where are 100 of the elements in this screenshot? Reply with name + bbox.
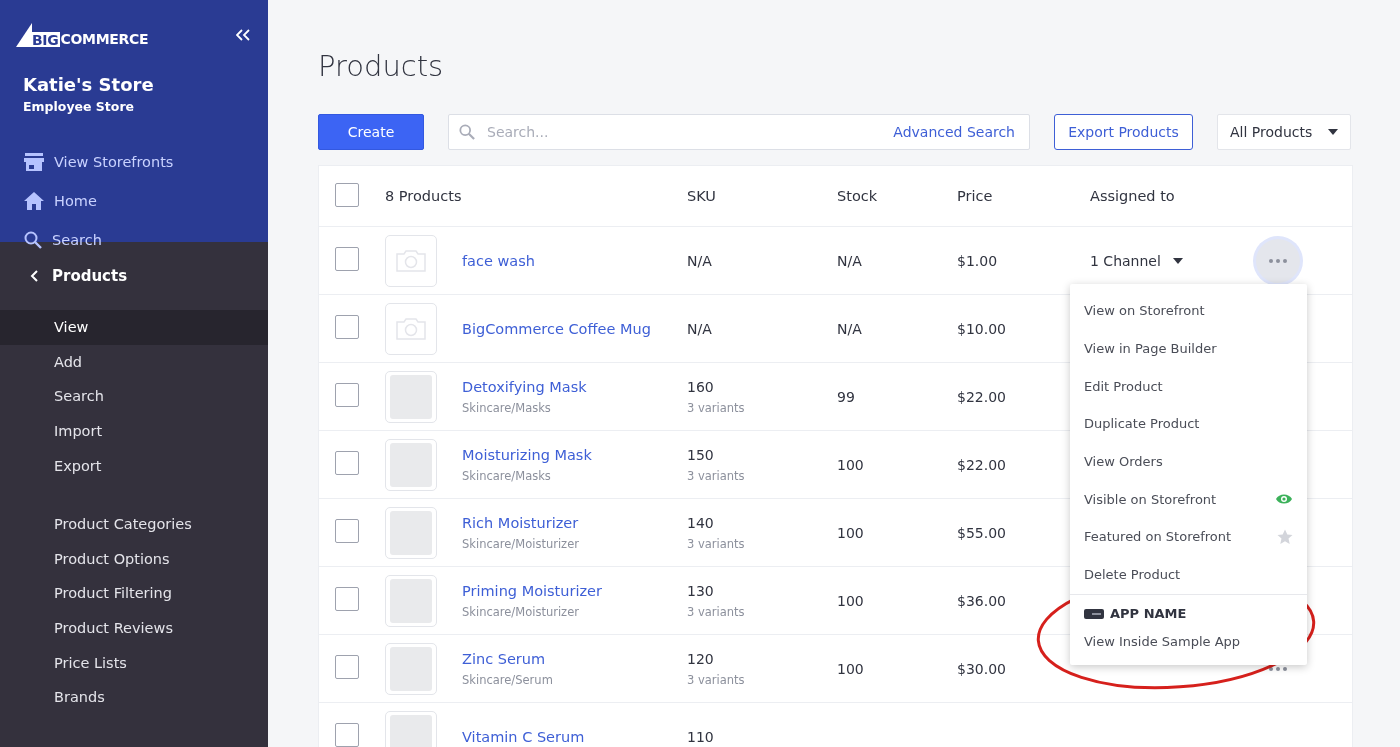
table-cell: 100 xyxy=(837,660,864,677)
menu-item[interactable]: View on Storefront xyxy=(1084,303,1205,319)
checkbox[interactable] xyxy=(335,655,359,679)
chevron-icon[interactable] xyxy=(30,270,38,282)
table-cell: 100 xyxy=(837,592,864,609)
checkbox[interactable] xyxy=(335,182,359,207)
checkbox[interactable] xyxy=(335,383,359,407)
nav-link[interactable]: Search xyxy=(52,231,102,248)
brand-logo: BIG COMMERCE xyxy=(16,23,149,47)
create-button[interactable]: Create xyxy=(318,114,424,150)
table-cell-text: 130 xyxy=(687,582,715,599)
column-header: 8 Products xyxy=(385,188,463,204)
product-link[interactable]: face wash xyxy=(462,252,687,269)
channel-dropdown[interactable]: 1 Channel xyxy=(1090,252,1161,269)
variants-text: 3 variants xyxy=(687,604,746,619)
caret-icon xyxy=(1328,129,1338,135)
nav-link[interactable]: Home xyxy=(54,192,97,209)
table-cell-text: 150 xyxy=(687,446,715,463)
sidebar-item[interactable]: Price Lists xyxy=(0,645,268,680)
category-text: Skincare/Masks xyxy=(462,468,552,483)
checkbox[interactable] xyxy=(335,519,359,543)
product-link[interactable]: Vitamin C Serum xyxy=(462,728,687,745)
category-text: Skincare/Serum xyxy=(462,672,554,687)
column-header: Price xyxy=(957,188,994,204)
search-icon xyxy=(459,124,475,140)
store-name: Katie's Store xyxy=(23,74,155,95)
menu-item[interactable]: Duplicate Product xyxy=(1084,416,1200,432)
menu-item[interactable]: Featured on Storefront xyxy=(1084,529,1232,545)
search-icon xyxy=(24,230,42,249)
nav-link[interactable]: View Storefronts xyxy=(54,153,174,170)
table-cell: $22.00 xyxy=(957,456,1006,473)
sidebar-item[interactable]: Import xyxy=(0,413,268,449)
product-link[interactable]: Detoxifying Mask xyxy=(462,378,687,395)
table-cell: $36.00 xyxy=(957,592,1006,609)
category-text: Skincare/Moisturizer xyxy=(462,604,580,619)
app-icon xyxy=(1084,608,1104,619)
table-cell: $30.00 xyxy=(957,660,1006,677)
table-cell: N/A xyxy=(837,320,862,337)
variants-text: 3 variants xyxy=(687,400,746,415)
sidebar-item[interactable]: Product Options xyxy=(0,541,268,577)
export-products-button[interactable]: Export Products xyxy=(1054,114,1193,150)
category-text: Skincare/Masks xyxy=(462,400,552,415)
filter-dropdown[interactable]: All Products xyxy=(1217,114,1351,150)
product-link[interactable]: BigCommerce Coffee Mug xyxy=(462,320,687,337)
variants-text: 3 variants xyxy=(687,672,746,687)
table-cell: $1.00 xyxy=(957,252,998,269)
column-header: Assigned to xyxy=(1090,188,1176,204)
menu-item[interactable]: View Inside Sample App xyxy=(1084,634,1241,649)
checkbox[interactable] xyxy=(335,315,359,339)
table-cell-text: 140 xyxy=(687,514,715,531)
sidebar-item[interactable]: Product Filtering xyxy=(0,576,268,611)
eye-icon[interactable] xyxy=(1275,493,1293,506)
home-icon xyxy=(24,191,44,210)
menu-item[interactable]: Edit Product xyxy=(1084,378,1163,394)
sidebar-item[interactable]: View xyxy=(0,310,268,345)
checkbox[interactable] xyxy=(335,451,359,475)
menu-item[interactable]: View in Page Builder xyxy=(1084,341,1217,357)
checkbox[interactable] xyxy=(335,587,359,611)
image-placeholder xyxy=(385,302,437,355)
table-cell: 100 xyxy=(837,524,864,541)
menu-item[interactable]: Delete Product xyxy=(1084,567,1181,583)
ellipsis-icon xyxy=(1269,666,1287,671)
menu-item[interactable]: View Orders xyxy=(1084,454,1163,470)
page-title: Products xyxy=(318,48,445,85)
table-cell: 99 xyxy=(837,388,855,405)
app-section-title: APP NAME xyxy=(1110,606,1187,621)
product-link[interactable]: Rich Moisturizer xyxy=(462,514,687,531)
image-placeholder xyxy=(385,234,437,287)
sidebar-item[interactable]: Export xyxy=(0,448,268,483)
table-cell-text: 110 xyxy=(687,728,715,745)
collapse-icon[interactable] xyxy=(236,29,250,41)
checkbox[interactable] xyxy=(335,723,359,747)
variants-text: 3 variants xyxy=(687,468,746,483)
variants-text: 3 variants xyxy=(687,536,746,551)
sidebar-item[interactable]: Add xyxy=(0,344,268,380)
product-link[interactable]: Priming Moisturizer xyxy=(462,582,687,599)
star-icon[interactable] xyxy=(1277,528,1293,545)
menu-item[interactable]: Visible on Storefront xyxy=(1084,491,1217,507)
store-subtitle: Employee Store xyxy=(23,99,136,114)
sidebar-item[interactable]: Product Reviews xyxy=(0,610,268,646)
table-cell-text: N/A xyxy=(687,320,713,337)
table-cell: $55.00 xyxy=(957,524,1006,541)
sidebar-item[interactable]: Search xyxy=(0,379,268,414)
table-cell: $10.00 xyxy=(957,320,1006,337)
search-field[interactable]: Search... Advanced Search xyxy=(448,114,1030,150)
sidebar-item[interactable]: Brands xyxy=(0,679,268,715)
ellipsis-icon xyxy=(1269,258,1287,263)
sidebar-item[interactable]: Product Categories xyxy=(0,506,268,542)
category-text: Skincare/Moisturizer xyxy=(462,536,580,551)
table-cell: $22.00 xyxy=(957,388,1006,405)
column-header: Stock xyxy=(837,188,879,204)
storefront-icon xyxy=(24,152,44,171)
advanced-search-link[interactable]: Advanced Search xyxy=(893,124,1015,140)
table-cell: 100 xyxy=(837,456,864,473)
section-title[interactable]: Products xyxy=(52,267,128,285)
checkbox[interactable] xyxy=(335,247,359,271)
table-cell-text: 120 xyxy=(687,650,715,667)
product-link[interactable]: Zinc Serum xyxy=(462,650,687,667)
product-link[interactable]: Moisturizing Mask xyxy=(462,446,687,463)
table-cell-text: 160 xyxy=(687,378,715,395)
